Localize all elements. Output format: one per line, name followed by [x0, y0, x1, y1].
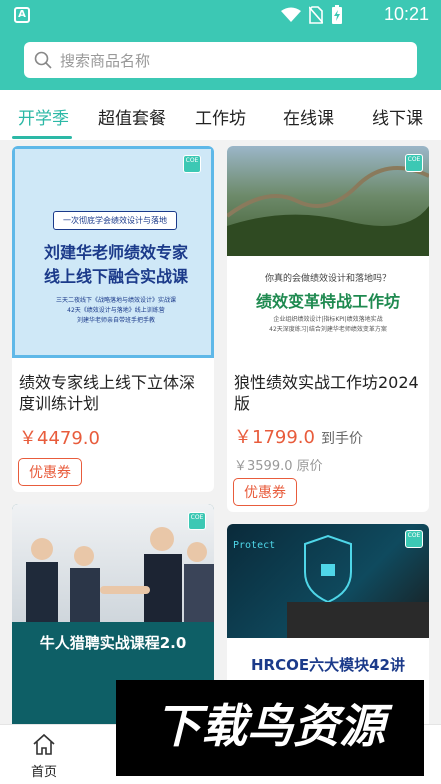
- price-note: 到手价: [320, 431, 363, 447]
- original-price: ￥3599.0 原价: [234, 459, 323, 474]
- product-title: 狼性绩效实战工作坊2024版: [234, 373, 419, 413]
- screen-word: Protect: [233, 540, 276, 551]
- security-photo: Protect: [227, 524, 429, 638]
- home-icon: [33, 733, 55, 755]
- handshake-photo: [12, 504, 214, 622]
- tab-chaozhi-taocan[interactable]: 超值套餐: [98, 104, 166, 129]
- status-icons: [281, 5, 343, 25]
- image-question: 你真的会做绩效设计和落地吗？: [264, 274, 391, 284]
- tab-zaixianke[interactable]: 在线课: [283, 104, 334, 129]
- product-image: COE 一次彻底学会绩效设计与落地 刘建华老师绩效专家 线上线下融合实战课 三天…: [12, 146, 214, 358]
- image-line-2: 42天深度练习|结合刘建华老师绩效变革方案: [269, 326, 387, 333]
- coe-badge-icon: COE: [405, 154, 423, 172]
- product-price: ￥1799.0: [234, 427, 315, 448]
- wall-shape: [227, 166, 429, 256]
- image-line-3: 刘建华老师亲自带班手把手教: [76, 317, 155, 324]
- great-wall-photo: [227, 146, 429, 256]
- product-price: ￥4479.0: [19, 428, 100, 449]
- search-icon: [34, 51, 52, 69]
- nav-home[interactable]: 首页: [22, 733, 66, 780]
- watermark-logo: 下载鸟资源: [155, 699, 393, 753]
- status-bar: A 10:21: [0, 0, 441, 30]
- header: 搜索商品名称: [0, 30, 441, 90]
- no-sim-icon: [309, 6, 323, 24]
- category-tabs: 开学季 超值套餐 工作坊 在线课 线下课: [0, 90, 441, 140]
- product-card[interactable]: COE 你真的会做绩效设计和落地吗？ 绩效变革特战工作坊 企业组织绩效设计|指标…: [227, 146, 429, 512]
- image-line-2: 42天《绩效设计与落地》线上训练营: [67, 307, 165, 314]
- image-headline-1: 刘建华老师绩效专家: [43, 243, 188, 262]
- coe-badge-icon: COE: [188, 512, 206, 530]
- image-line-1: 三天二夜线下《战略落地与绩效设计》实战课: [55, 297, 176, 304]
- tab-kaixueji[interactable]: 开学季: [18, 104, 69, 129]
- tab-xianxiake[interactable]: 线下课: [372, 104, 423, 129]
- image-pill-text: 一次彻底学会绩效设计与落地: [53, 211, 177, 230]
- tab-gongzuofang[interactable]: 工作坊: [195, 104, 246, 129]
- search-input[interactable]: 搜索商品名称: [24, 42, 417, 78]
- image-headline: HRCOE六大模块42讲: [251, 656, 405, 674]
- image-headline: 牛人猎聘实战课程2.0: [39, 634, 187, 652]
- nav-home-label: 首页: [30, 765, 57, 780]
- product-image: COE 你真的会做绩效设计和落地吗？ 绩效变革特战工作坊 企业组织绩效设计|指标…: [227, 146, 429, 358]
- app-notification-icon: A: [14, 7, 30, 23]
- people-shapes: [26, 527, 214, 622]
- watermark-text: 下载鸟资源: [155, 699, 393, 753]
- clock: 10:21: [383, 4, 429, 24]
- coe-badge-icon: COE: [183, 155, 201, 173]
- watermark-overlay: 下载鸟资源: [116, 680, 424, 776]
- search-placeholder: 搜索商品名称: [60, 51, 151, 70]
- product-price-row: ￥1799.0 到手价: [234, 423, 363, 449]
- active-tab-indicator: [12, 136, 72, 139]
- coe-badge-icon: COE: [405, 530, 423, 548]
- battery-charging-icon: [332, 5, 342, 24]
- wifi-icon: [281, 7, 301, 22]
- image-headline: 绩效变革特战工作坊: [255, 292, 400, 311]
- product-title: 绩效专家线上线下立体深度训练计划: [19, 373, 196, 413]
- product-card[interactable]: COE 一次彻底学会绩效设计与落地 刘建华老师绩效专家 线上线下融合实战课 三天…: [12, 146, 214, 492]
- image-line-1: 企业组织绩效设计|指标KPI|绩效落地实战: [273, 316, 383, 323]
- product-grid: COE 一次彻底学会绩效设计与落地 刘建华老师绩效专家 线上线下融合实战课 三天…: [0, 140, 441, 724]
- image-headline-2: 线上线下融合实战课: [43, 267, 188, 286]
- coupon-button[interactable]: 优惠券: [18, 458, 82, 486]
- coupon-button[interactable]: 优惠券: [233, 478, 297, 506]
